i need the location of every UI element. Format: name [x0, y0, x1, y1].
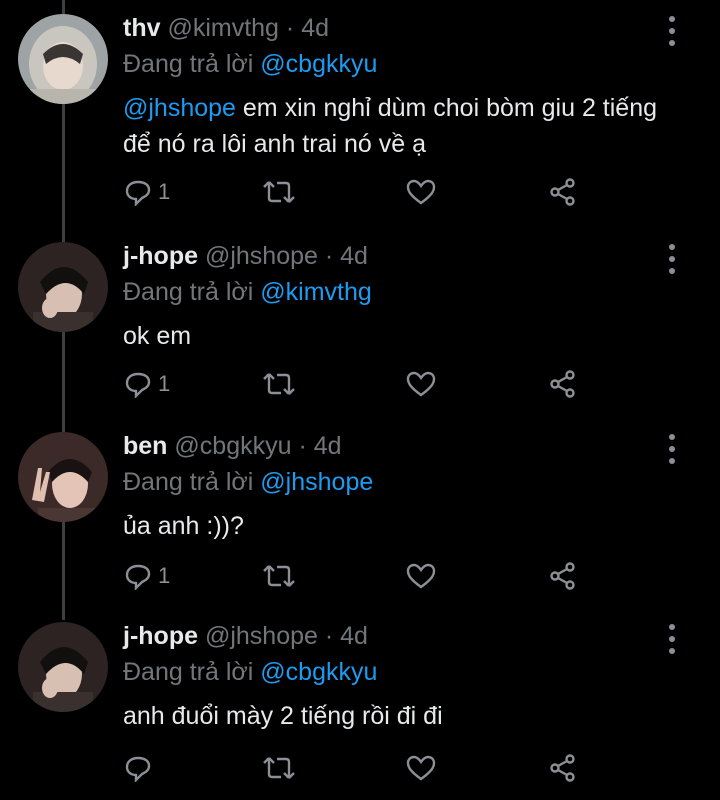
like-button[interactable] [406, 748, 436, 788]
replying-to-mention[interactable]: @jhshope [260, 468, 373, 496]
like-button[interactable] [406, 172, 436, 212]
handle[interactable]: @cbgkkyu [174, 432, 291, 460]
more-icon[interactable] [662, 244, 682, 274]
reply-button[interactable]: 1 [124, 172, 170, 212]
share-icon [550, 178, 575, 206]
tweet[interactable]: j-hope @jhshope · 4d Đang trả lời @kimvt… [0, 228, 720, 420]
replying-to-mention[interactable]: @cbgkkyu [260, 50, 377, 78]
replying-to-mention[interactable]: @kimvthg [260, 278, 372, 306]
tweet-body: anh đuổi mày 2 tiếng rồi đi đi [123, 702, 443, 730]
timestamp[interactable]: 4d [340, 242, 368, 270]
tweet-body: ủa anh :))? [123, 512, 244, 540]
handle[interactable]: @jhshope [205, 622, 318, 650]
reply-icon [125, 372, 151, 398]
like-icon [406, 179, 436, 205]
share-button[interactable] [548, 556, 578, 596]
reply-count: 1 [158, 563, 171, 588]
more-icon[interactable] [662, 434, 682, 464]
reply-icon [125, 564, 151, 590]
separator-dot: · [324, 622, 334, 650]
share-button[interactable] [548, 364, 578, 404]
replying-to-mention[interactable]: @cbgkkyu [260, 658, 377, 686]
retweet-icon [263, 181, 295, 203]
share-icon [550, 562, 575, 590]
avatar[interactable] [18, 622, 108, 712]
tweet[interactable]: ben @cbgkkyu · 4d Đang trả lời @jhshope … [0, 418, 720, 610]
timestamp[interactable]: 4d [301, 14, 329, 42]
reply-count: 1 [158, 179, 171, 204]
display-name[interactable]: thv [123, 14, 161, 42]
tweet-text: anh đuổi mày 2 tiếng rồi đi đi [123, 698, 683, 734]
handle[interactable]: @jhshope [205, 242, 318, 270]
share-button[interactable] [548, 172, 578, 212]
action-bar: 1 [0, 556, 720, 600]
replying-to: Đang trả lời @kimvthg [123, 278, 372, 307]
display-name[interactable]: ben [123, 432, 167, 460]
retweet-button[interactable] [262, 556, 296, 596]
separator-dot: · [285, 14, 295, 42]
timestamp[interactable]: 4d [340, 622, 368, 650]
avatar[interactable] [18, 14, 108, 104]
tweet[interactable]: thv @kimvthg · 4d Đang trả lời @cbgkkyu … [0, 0, 720, 206]
reply-button[interactable]: 1 [124, 364, 170, 404]
retweet-button[interactable] [262, 364, 296, 404]
display-name[interactable]: j-hope [123, 622, 198, 650]
more-icon[interactable] [662, 624, 682, 654]
action-bar [0, 748, 720, 792]
reply-button[interactable]: 1 [124, 556, 170, 596]
tweet-header: j-hope @jhshope · 4d [123, 622, 368, 651]
timestamp[interactable]: 4d [314, 432, 342, 460]
replying-to: Đang trả lời @cbgkkyu [123, 50, 377, 79]
like-button[interactable] [406, 556, 436, 596]
retweet-button[interactable] [262, 172, 296, 212]
reply-count: 1 [158, 371, 171, 396]
share-icon [550, 370, 575, 398]
retweet-icon [263, 757, 295, 779]
avatar[interactable] [18, 242, 108, 332]
like-icon [406, 371, 436, 397]
retweet-icon [263, 373, 295, 395]
action-bar: 1 [0, 172, 720, 216]
action-bar: 1 [0, 364, 720, 408]
retweet-icon [263, 565, 295, 587]
tweet[interactable]: j-hope @jhshope · 4d Đang trả lời @cbgkk… [0, 608, 720, 800]
replying-to-label: Đang trả lời [123, 50, 254, 78]
replying-to-label: Đang trả lời [123, 468, 254, 496]
tweet-header: thv @kimvthg · 4d [123, 14, 329, 43]
replying-to: Đang trả lời @cbgkkyu [123, 658, 377, 687]
share-button[interactable] [548, 748, 578, 788]
body-mention[interactable]: @jhshope [123, 94, 236, 122]
tweet-body: ok em [123, 322, 192, 350]
separator-dot: · [298, 432, 307, 460]
display-name[interactable]: j-hope [123, 242, 198, 270]
like-icon [406, 563, 436, 589]
separator-dot: · [324, 242, 334, 270]
replying-to: Đang trả lời @jhshope [123, 468, 373, 497]
reply-button[interactable] [124, 748, 158, 788]
tweet-text: ok em [123, 318, 683, 354]
like-button[interactable] [406, 364, 436, 404]
handle[interactable]: @kimvthg [167, 14, 279, 42]
retweet-button[interactable] [262, 748, 296, 788]
tweet-header: ben @cbgkkyu · 4d [123, 432, 342, 461]
tweet-text: @jhshope em xin nghỉ dùm choi bòm giu 2 … [123, 90, 683, 162]
share-icon [550, 754, 575, 782]
more-icon[interactable] [662, 16, 682, 46]
avatar[interactable] [18, 432, 108, 522]
like-icon [406, 755, 436, 781]
replying-to-label: Đang trả lời [123, 278, 254, 306]
replying-to-label: Đang trả lời [123, 658, 254, 686]
tweet-text: ủa anh :))? [123, 508, 683, 544]
reply-icon [125, 180, 151, 206]
reply-icon [125, 756, 151, 782]
tweet-header: j-hope @jhshope · 4d [123, 242, 368, 271]
